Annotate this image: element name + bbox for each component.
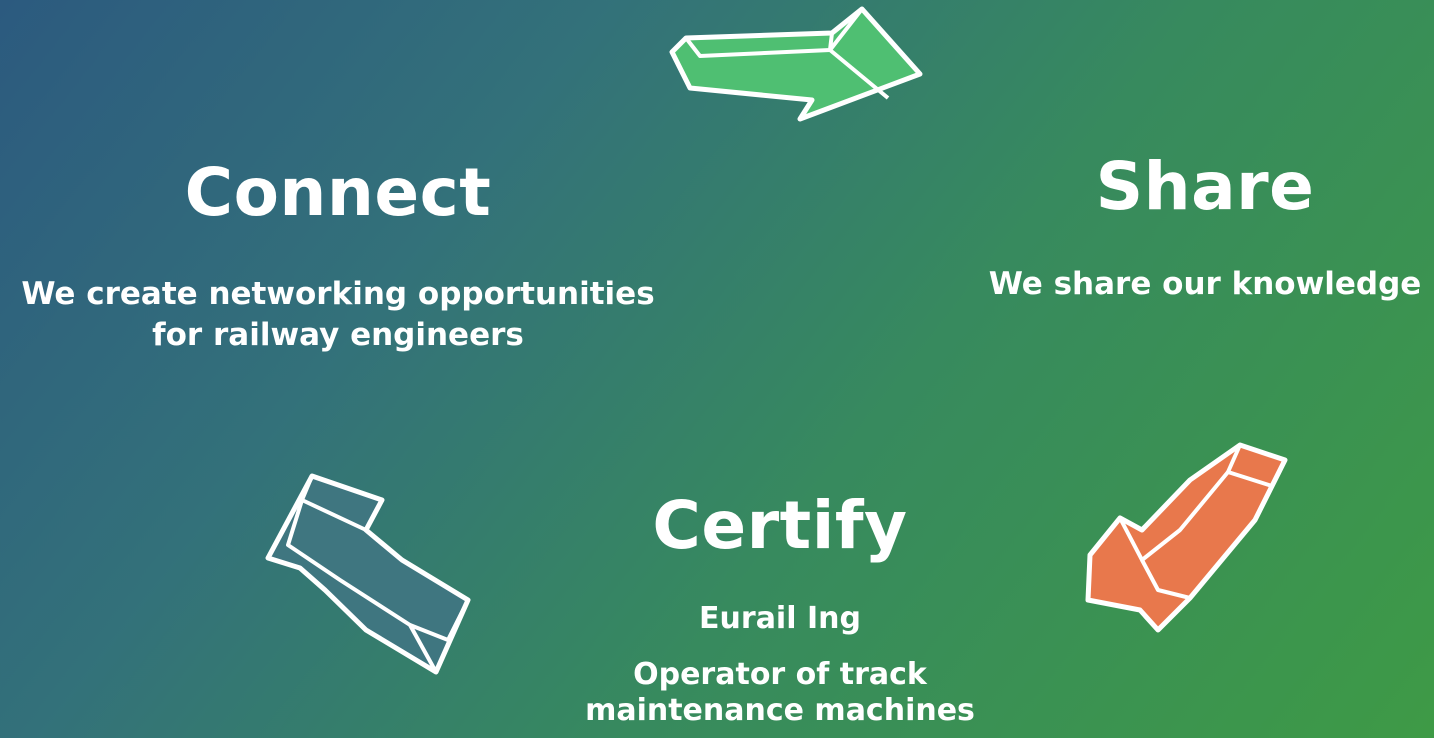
certify-line-2: Operator of track: [633, 657, 927, 692]
share-line-1: We share our knowledge: [988, 266, 1422, 302]
certify-step: Certify Eurail Ing Operator of track mai…: [560, 493, 1000, 729]
connect-line-1: We create networking opportunities: [21, 276, 655, 312]
connect-title: Connect: [184, 154, 492, 231]
certify-title: Certify: [652, 487, 908, 564]
connect-line-2: for railway engineers: [152, 317, 524, 353]
connect-step: Connect We create networking opportuniti…: [0, 160, 676, 356]
share-title: Share: [1095, 148, 1315, 225]
certify-line-3: maintenance machines: [585, 693, 975, 728]
certify-line-1: Eurail Ing: [699, 601, 861, 636]
share-step: Share We share our knowledge: [960, 154, 1434, 305]
